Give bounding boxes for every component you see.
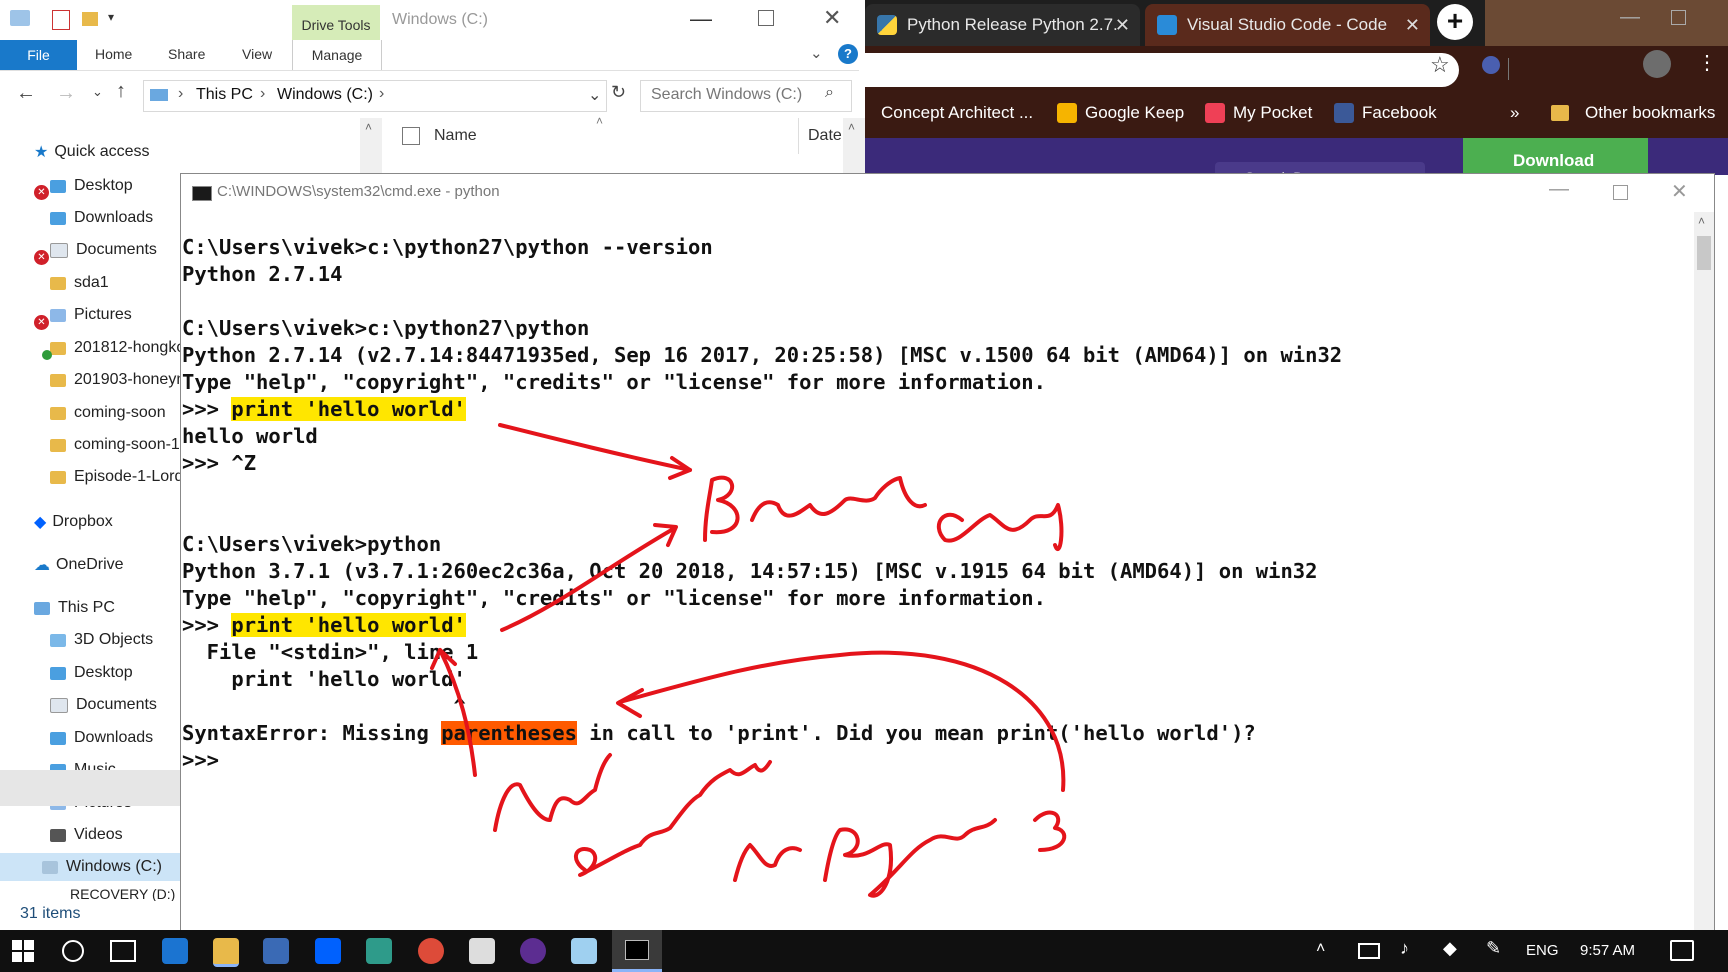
annotation-handwriting — [750, 476, 927, 522]
annotation-handwriting — [823, 818, 997, 898]
windows-start-icon[interactable] — [12, 940, 34, 962]
file-explorer-taskbar-icon[interactable] — [213, 938, 239, 967]
action-center-icon[interactable] — [1670, 940, 1694, 961]
mail-icon[interactable] — [469, 938, 495, 964]
annotation-overlay — [430, 423, 1067, 898]
annotation-handwriting — [493, 753, 612, 832]
edge-icon[interactable] — [162, 938, 188, 964]
annotation-handwriting — [703, 475, 740, 542]
annotation-handwriting — [1033, 810, 1067, 852]
pen-icon[interactable]: ✎ — [1486, 938, 1501, 959]
language-indicator[interactable]: ENG — [1526, 942, 1559, 959]
annotation-arrowhead — [616, 688, 644, 718]
cmd-taskbar-icon — [625, 940, 649, 960]
annotation-handwriting — [733, 843, 802, 882]
volume-icon[interactable]: ♪ — [1400, 938, 1409, 959]
visual-studio-icon[interactable] — [520, 938, 546, 964]
store-icon[interactable] — [263, 938, 289, 964]
show-hidden-icons-icon[interactable]: ˄ — [1316, 940, 1325, 958]
windows-taskbar: ˄ ♪ ◆ ✎ ENG 9:57 AM — [0, 930, 1728, 972]
dropbox-taskbar-icon[interactable] — [315, 938, 341, 964]
app-taskbar-icon[interactable] — [571, 938, 597, 964]
clock[interactable]: 9:57 AM — [1580, 942, 1635, 959]
dropbox-tray-icon[interactable]: ◆ — [1443, 938, 1457, 959]
annotation-arrow — [618, 650, 1066, 792]
chrome-taskbar-icon[interactable] — [418, 938, 444, 964]
annotation-arrow — [438, 648, 477, 777]
task-view-icon[interactable] — [110, 940, 136, 962]
cmd-taskbar-button[interactable] — [612, 930, 662, 972]
annotation-handwriting — [936, 503, 1064, 551]
annotation-arrow — [500, 526, 677, 632]
cortana-icon[interactable] — [62, 940, 84, 962]
arduino-icon[interactable] — [366, 938, 392, 964]
annotation-arrow — [498, 423, 692, 472]
battery-icon[interactable] — [1358, 943, 1380, 959]
